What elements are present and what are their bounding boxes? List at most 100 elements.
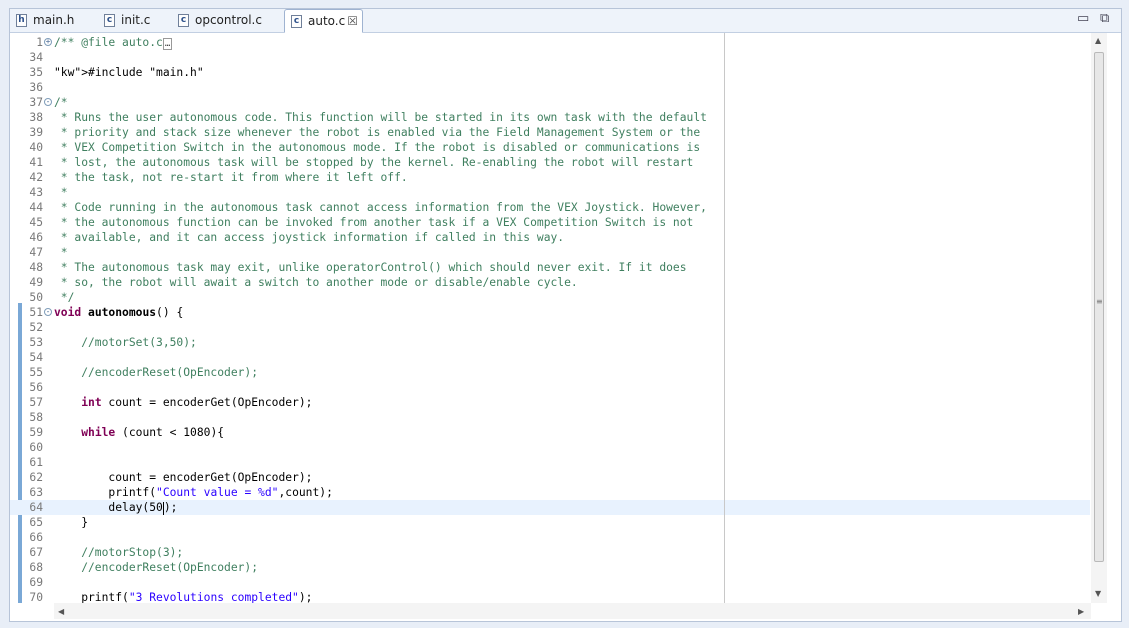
code-text: * lost, the autonomous task will be stop… — [54, 156, 694, 169]
code-text: //encoderReset(OpEncoder); — [54, 366, 259, 379]
code-line[interactable]: 58 — [10, 410, 1090, 425]
maximize-icon[interactable]: ⧉ — [1100, 11, 1109, 27]
tab-auto-c[interactable]: c auto.c ☒ — [284, 9, 363, 33]
tab-label: opcontrol.c — [195, 13, 262, 27]
code-line[interactable]: 67 //motorStop(3); — [10, 545, 1090, 560]
code-line[interactable]: 39 * priority and stack size whenever th… — [10, 125, 1090, 140]
code-text: * The autonomous task may exit, unlike o… — [54, 261, 687, 274]
code-line[interactable]: 38 * Runs the user autonomous code. This… — [10, 110, 1090, 125]
vertical-scroll-thumb[interactable]: ≡ — [1094, 52, 1104, 562]
tab-opcontrol-c[interactable]: c opcontrol.c — [172, 9, 282, 32]
line-number: 67 — [29, 546, 43, 559]
code-line[interactable]: 1 +/** @file auto.c… — [10, 35, 1090, 50]
code-text: //encoderReset(OpEncoder); — [54, 561, 259, 574]
code-line[interactable]: 69 — [10, 575, 1090, 590]
code-line[interactable]: 48 * The autonomous task may exit, unlik… — [10, 260, 1090, 275]
line-number: 62 — [29, 471, 43, 484]
code-line[interactable]: 60 — [10, 440, 1090, 455]
code-line[interactable]: 65 } — [10, 515, 1090, 530]
line-number: 45 — [29, 216, 43, 229]
code-text: int count = encoderGet(OpEncoder); — [81, 396, 313, 409]
code-line[interactable]: 46 * available, and it can access joysti… — [10, 230, 1090, 245]
code-text: printf("Count value = %d",count); — [54, 486, 333, 499]
line-number: 60 — [29, 441, 43, 454]
code-line[interactable]: 57 int count = encoderGet(OpEncoder); — [10, 395, 1090, 410]
code-line[interactable]: 64 delay(50); — [10, 500, 1090, 515]
code-line[interactable]: 66 — [10, 530, 1090, 545]
code-text: * VEX Competition Switch in the autonomo… — [54, 141, 701, 154]
code-line[interactable]: 36 — [10, 80, 1090, 95]
code-text: * Runs the user autonomous code. This fu… — [54, 111, 707, 124]
line-number: 58 — [29, 411, 43, 424]
code-line[interactable]: 50 */ — [10, 290, 1090, 305]
code-line[interactable]: 55 //encoderReset(OpEncoder); — [10, 365, 1090, 380]
scroll-down-icon[interactable]: ▼ — [1095, 589, 1101, 598]
code-text: * so, the robot will await a switch to a… — [54, 276, 578, 289]
line-number: 47 — [29, 246, 43, 259]
code-line[interactable]: 62 count = encoderGet(OpEncoder); — [10, 470, 1090, 485]
close-icon[interactable]: ☒ — [347, 10, 358, 33]
code-line[interactable]: 68 //encoderReset(OpEncoder); — [10, 560, 1090, 575]
scroll-left-icon[interactable]: ◀ — [58, 607, 64, 616]
code-line[interactable]: 43 * — [10, 185, 1090, 200]
code-line[interactable]: 51- void autonomous() { — [10, 305, 1090, 320]
line-number: 56 — [29, 381, 43, 394]
code-line[interactable]: 41 * lost, the autonomous task will be s… — [10, 155, 1090, 170]
code-line[interactable]: 47 * — [10, 245, 1090, 260]
tab-main-h[interactable]: h main.h — [10, 9, 96, 32]
c-file-icon: c — [291, 15, 302, 28]
line-number: 34 — [29, 51, 43, 64]
line-number: 46 — [29, 231, 43, 244]
vertical-scrollbar[interactable]: ▲ ≡ ▼ — [1091, 33, 1107, 603]
code-text: /* — [54, 96, 68, 109]
code-line[interactable]: 42 * the task, not re-start it from wher… — [10, 170, 1090, 185]
code-line[interactable]: 63 printf("Count value = %d",count); — [10, 485, 1090, 500]
code-text: "kw">#include "main.h" — [54, 66, 204, 79]
line-number: 48 — [29, 261, 43, 274]
code-line[interactable]: 35 "kw">#include "main.h" — [10, 65, 1090, 80]
horizontal-scrollbar[interactable]: ◀ ▶ — [54, 603, 1091, 619]
code-line[interactable]: 61 — [10, 455, 1090, 470]
code-line[interactable]: 37-/* — [10, 95, 1090, 110]
code-line[interactable]: 56 — [10, 380, 1090, 395]
collapse-fold-icon[interactable]: - — [44, 308, 52, 316]
code-line[interactable]: 59 while (count < 1080){ — [10, 425, 1090, 440]
code-text: * available, and it can access joystick … — [54, 231, 565, 244]
line-number: 52 — [29, 321, 43, 334]
line-number: 39 — [29, 126, 43, 139]
line-number: 69 — [29, 576, 43, 589]
code-line[interactable]: 40 * VEX Competition Switch in the auton… — [10, 140, 1090, 155]
line-number: 65 — [29, 516, 43, 529]
collapse-fold-icon[interactable]: - — [44, 98, 52, 106]
overview-ruler[interactable] — [1108, 33, 1120, 603]
line-number: 42 — [29, 171, 43, 184]
line-number: 37 — [29, 96, 43, 109]
tab-init-c[interactable]: c init.c — [98, 9, 170, 32]
code-line[interactable]: 45 * the autonomous function can be invo… — [10, 215, 1090, 230]
expand-fold-icon[interactable]: + — [44, 38, 52, 46]
code-text: * the task, not re-start it from where i… — [54, 171, 408, 184]
line-number: 59 — [29, 426, 43, 439]
code-line[interactable]: 53 //motorSet(3,50); — [10, 335, 1090, 350]
code-line[interactable]: 34 — [10, 50, 1090, 65]
scroll-right-icon[interactable]: ▶ — [1078, 607, 1084, 616]
code-text: * — [54, 186, 68, 199]
code-line[interactable]: 49 * so, the robot will await a switch t… — [10, 275, 1090, 290]
minimize-icon[interactable]: ▭ — [1077, 11, 1089, 27]
tab-label: init.c — [121, 13, 151, 27]
code-line[interactable]: 52 — [10, 320, 1090, 335]
grip-icon: ≡ — [1096, 297, 1103, 306]
code-text: count = encoderGet(OpEncoder); — [54, 471, 313, 484]
line-number: 63 — [29, 486, 43, 499]
code-line[interactable]: 44 * Code running in the autonomous task… — [10, 200, 1090, 215]
code-text: */ — [54, 291, 75, 304]
folded-block-icon[interactable]: … — [162, 38, 173, 50]
line-number: 61 — [29, 456, 43, 469]
code-line[interactable]: 54 — [10, 350, 1090, 365]
line-number: 40 — [29, 141, 43, 154]
line-number: 53 — [29, 336, 43, 349]
code-text: * Code running in the autonomous task ca… — [54, 201, 707, 214]
tab-label: auto.c — [308, 14, 346, 28]
text-caret — [162, 501, 164, 515]
scroll-up-icon[interactable]: ▲ — [1095, 36, 1101, 45]
